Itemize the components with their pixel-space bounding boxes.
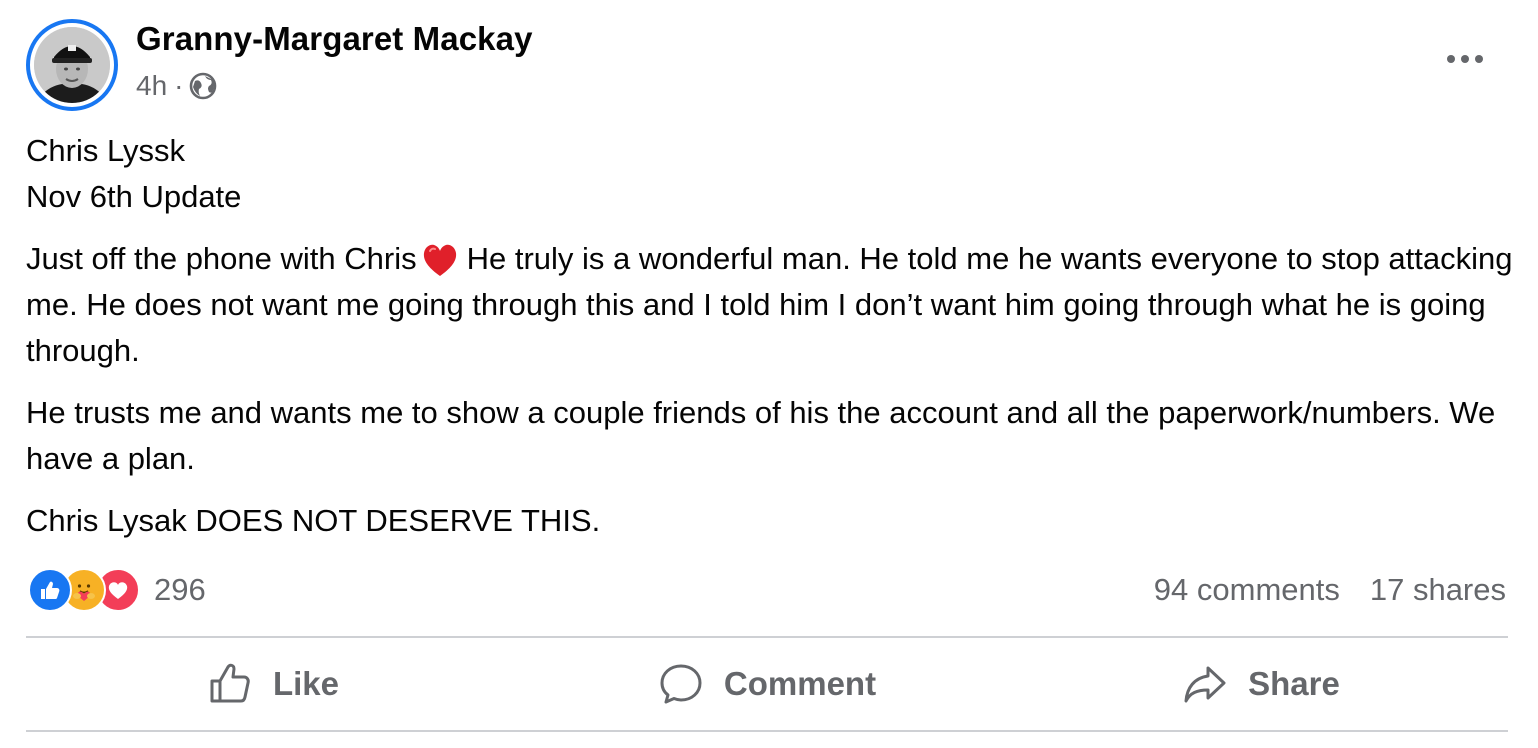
like-reaction-icon — [28, 568, 72, 612]
share-label: Share — [1248, 665, 1340, 702]
post-line-update: Nov 6th Update — [26, 179, 242, 214]
profile-photo — [34, 27, 110, 103]
facebook-post: Granny-Margaret Mackay 4h · Chris Lyssk … — [0, 0, 1538, 748]
divider — [26, 636, 1508, 638]
comment-bubble-icon — [660, 664, 702, 704]
comments-count-link[interactable]: 94 comments — [1154, 572, 1340, 608]
like-label: Like — [272, 665, 340, 702]
shares-count-link[interactable]: 17 shares — [1370, 572, 1506, 608]
reactions-summary[interactable]: 296 — [28, 568, 206, 612]
more-options-button[interactable] — [1438, 42, 1492, 78]
post-body: Chris Lyssk Nov 6th Update Just off the … — [26, 128, 1516, 544]
action-bar: Like Comment Share — [26, 640, 1508, 728]
post-paragraph-3: Chris Lysak DOES NOT DESERVE THIS. — [26, 503, 601, 538]
share-button[interactable]: Share — [1014, 640, 1508, 728]
like-button[interactable]: Like — [26, 640, 520, 728]
divider — [26, 730, 1508, 732]
post-time[interactable]: 4h — [136, 70, 167, 102]
thumbs-up-icon — [210, 663, 250, 703]
avatar[interactable] — [26, 19, 118, 111]
post-paragraph-1: Just off the phone with Chris He truly is… — [26, 236, 1516, 374]
ellipsis-icon — [1445, 51, 1485, 69]
red-heart-icon — [421, 241, 459, 279]
share-arrow-icon — [1184, 666, 1226, 703]
comment-label: Comment — [723, 665, 877, 702]
author-name[interactable]: Granny-Margaret Mackay — [136, 20, 533, 58]
para1-text-start: Just off the phone with Chris — [26, 241, 417, 276]
engagement-stats: 94 comments 17 shares — [1154, 568, 1506, 612]
reaction-icons — [28, 568, 140, 612]
globe-icon[interactable] — [189, 72, 217, 100]
post-line-name: Chris Lyssk — [26, 133, 186, 168]
meta-separator: · — [174, 70, 184, 101]
comment-button[interactable]: Comment — [520, 640, 1014, 728]
post-paragraph-2: He trusts me and wants me to show a coup… — [26, 395, 1496, 476]
post-meta: 4h · — [136, 68, 217, 104]
reaction-count: 296 — [154, 572, 206, 607]
